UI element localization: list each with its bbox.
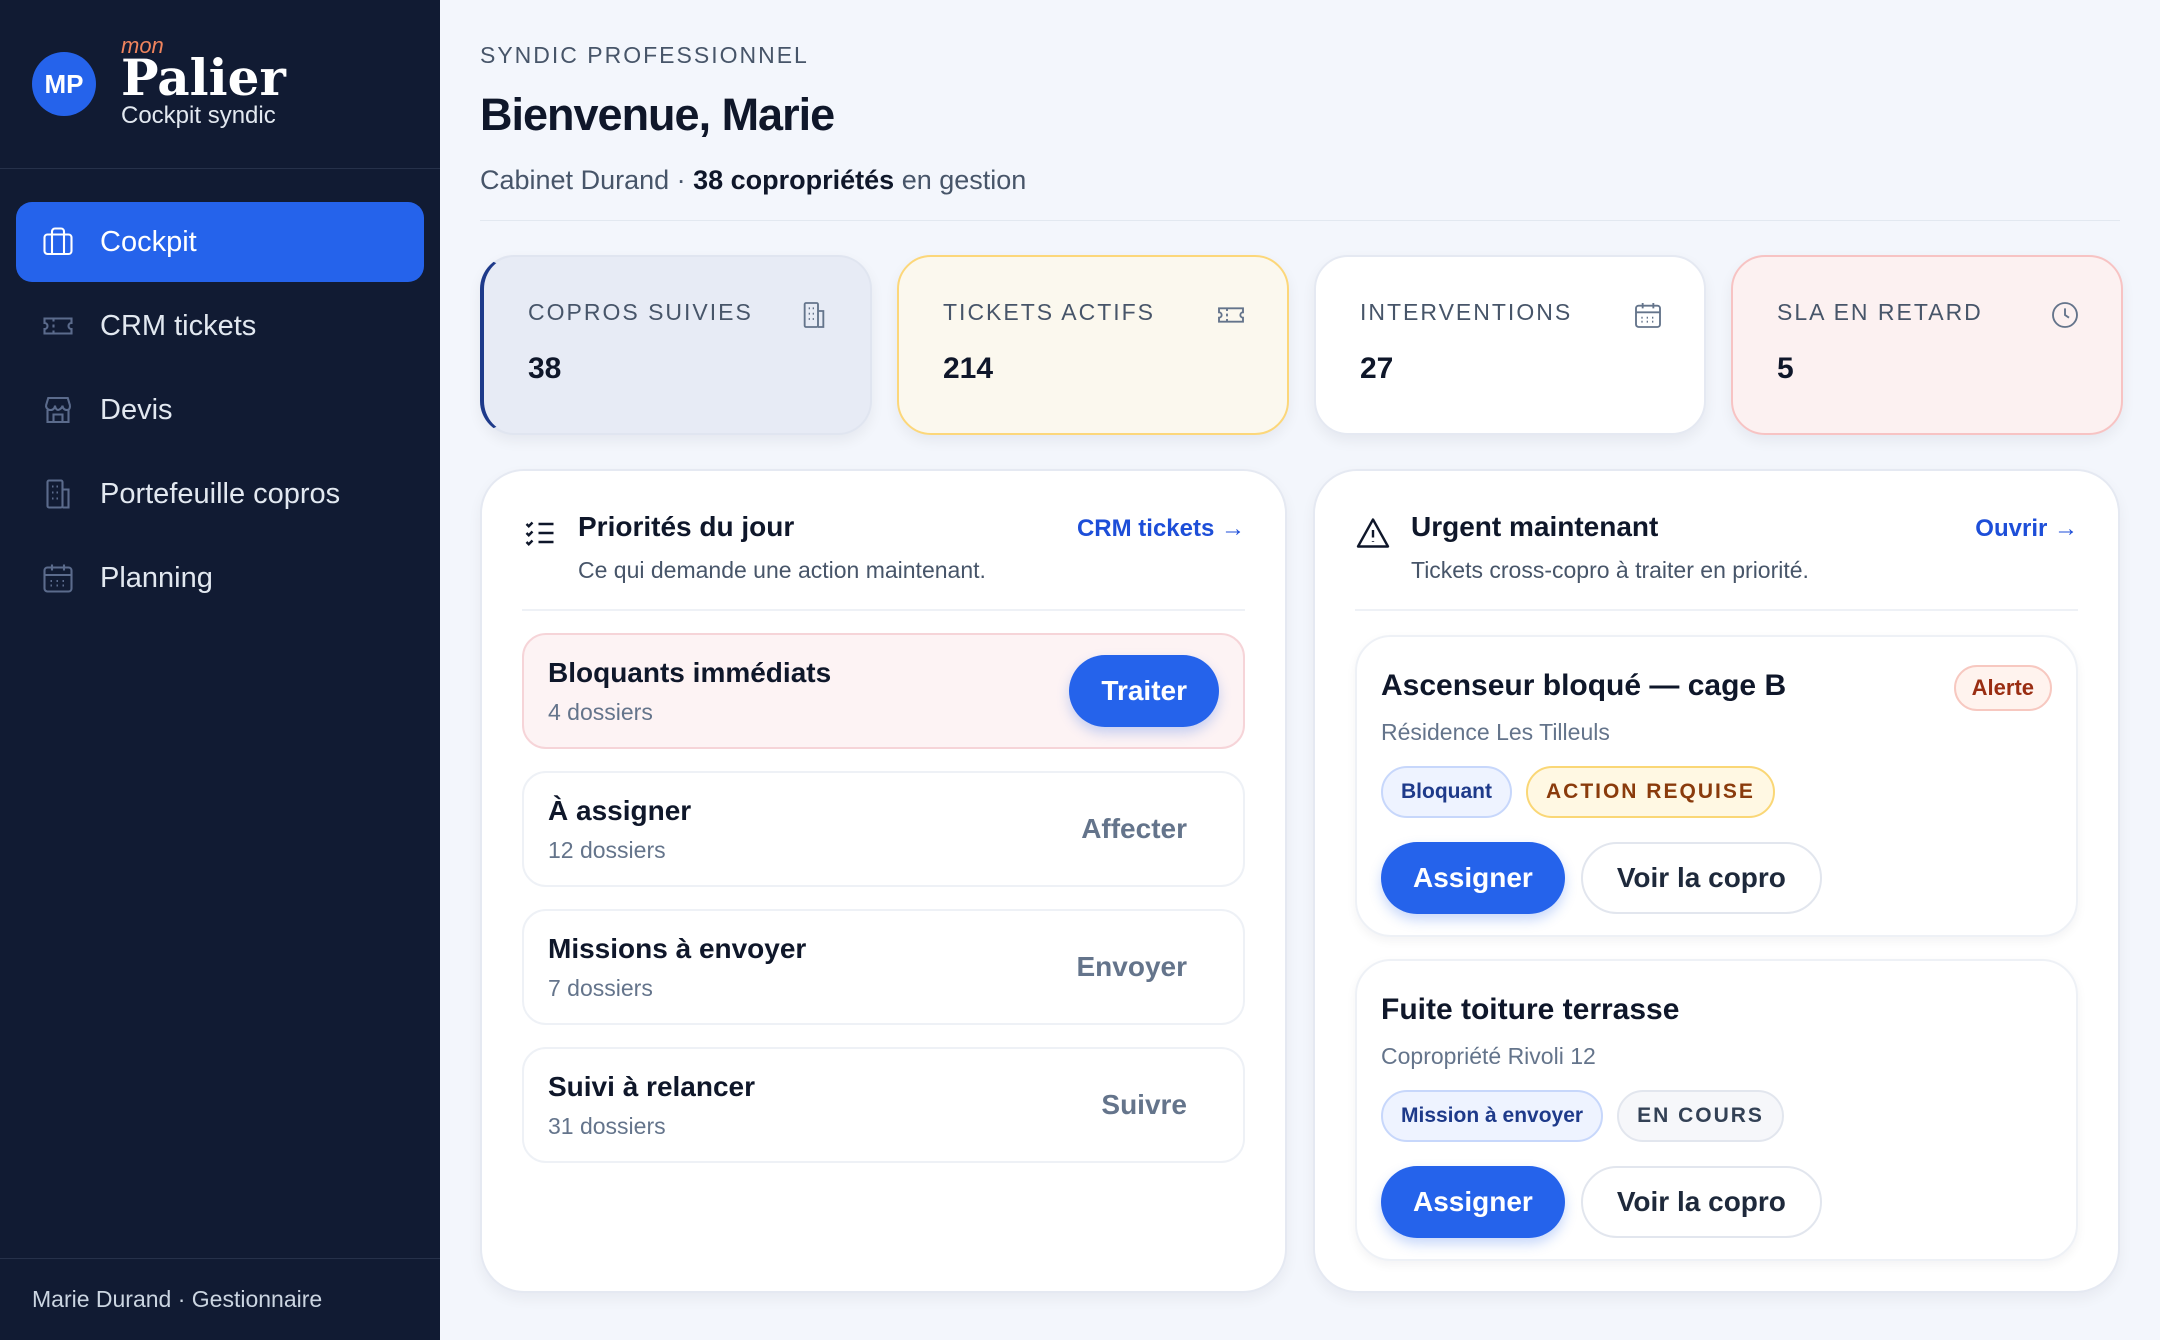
sidebar-item-label: Cockpit — [100, 225, 197, 258]
building-icon — [803, 302, 825, 328]
priority-title: À assigner — [548, 794, 692, 826]
sidebar: MP mon Palier Cockpit syndic Cockpit CRM… — [0, 0, 440, 1340]
status-tag: ACTION REQUISE — [1525, 766, 1775, 818]
sidebar-item-planning[interactable]: Planning — [16, 538, 424, 618]
stat-card-copros[interactable]: COPROS SUIVIES 38 — [480, 255, 872, 435]
suivre-button[interactable]: Suivre — [1101, 1089, 1219, 1121]
stat-value: 214 — [943, 352, 994, 385]
ticket-actions: Assigner Voir la copro — [1381, 842, 2052, 914]
priority-row: À assigner 12 dossiers Affecter — [522, 771, 1245, 887]
status-tag: EN COURS — [1617, 1090, 1784, 1142]
sidebar-item-cockpit[interactable]: Cockpit — [16, 202, 424, 282]
panel-title: Urgent maintenant — [1411, 511, 1659, 542]
traiter-button[interactable]: Traiter — [1069, 655, 1219, 727]
ticket-tags: Mission à envoyer EN COURS — [1381, 1090, 2052, 1142]
sidebar-item-devis[interactable]: Devis — [16, 370, 424, 450]
stat-card-sla[interactable]: SLA EN RETARD 5 — [1731, 255, 2123, 435]
ticket-residence: Résidence Les Tilleuls — [1381, 719, 1610, 745]
panel-subtitle: Ce qui demande une action maintenant. — [578, 557, 986, 583]
status-tag: Mission à envoyer — [1381, 1090, 1604, 1142]
panels-row: Priorités du jour Ce qui demande une act… — [480, 469, 2123, 1293]
stat-label: INTERVENTIONS — [1360, 299, 1573, 325]
calendar-icon — [40, 560, 76, 596]
priority-row: Bloquants immédiats 4 dossiers Traiter — [522, 633, 1245, 749]
brand: MP mon Palier Cockpit syndic — [0, 0, 440, 169]
priority-count: 31 dossiers — [548, 1112, 666, 1139]
ouvrir-link[interactable]: Ouvrir → — [1975, 515, 2078, 543]
panel-subtitle: Tickets cross-copro à traiter en priorit… — [1411, 557, 1809, 583]
briefcase-icon — [40, 224, 76, 260]
alert-badge: Alerte — [1953, 665, 2052, 711]
stat-label: COPROS SUIVIES — [528, 299, 753, 325]
stat-label: TICKETS ACTIFS — [943, 299, 1156, 325]
priority-title: Missions à envoyer — [548, 932, 807, 964]
divider — [480, 220, 2120, 221]
priority-count: 12 dossiers — [548, 836, 666, 863]
store-icon — [40, 392, 76, 428]
priority-count: 7 dossiers — [548, 974, 653, 1001]
stat-value: 5 — [1777, 352, 1794, 385]
sidebar-item-label: CRM tickets — [100, 309, 257, 342]
stat-value: 38 — [528, 352, 562, 385]
brand-name: Palier — [121, 48, 286, 107]
user-footer: Marie Durand · Gestionnaire — [0, 1258, 440, 1340]
stat-card-tickets[interactable]: TICKETS ACTIFS 214 — [897, 255, 1289, 435]
ticket-title: Fuite toiture terrasse — [1381, 993, 1680, 1026]
sidebar-nav: Cockpit CRM tickets Devis Portefeuille c… — [0, 169, 440, 1258]
crm-tickets-link[interactable]: CRM tickets → — [1077, 515, 1245, 543]
ticket-icon — [1218, 307, 1244, 323]
stat-label: SLA EN RETARD — [1777, 299, 1983, 325]
panel-title: Priorités du jour — [578, 511, 795, 542]
page-title: Bienvenue, Marie — [480, 89, 835, 140]
ticket-residence: Copropriété Rivoli 12 — [1381, 1043, 1596, 1069]
priority-row: Missions à envoyer 7 dossiers Envoyer — [522, 909, 1245, 1025]
priority-row: Suivi à relancer 31 dossiers Suivre — [522, 1047, 1245, 1163]
checklist-icon — [525, 521, 554, 546]
brand-prefix: mon — [121, 33, 164, 58]
brand-text: mon Palier Cockpit syndic — [121, 33, 286, 129]
ticket-tags: Bloquant ACTION REQUISE — [1381, 766, 2052, 818]
ticket-actions: Assigner Voir la copro — [1381, 1166, 2052, 1238]
building-icon — [40, 476, 76, 512]
page-eyebrow: SYNDIC PROFESSIONNEL — [480, 42, 809, 68]
clock-icon — [2052, 302, 2078, 328]
subtitle-prefix: Cabinet Durand · — [480, 165, 694, 195]
page-subtitle: Cabinet Durand · 38 copropriétés en gest… — [480, 165, 2123, 196]
voir-copro-button[interactable]: Voir la copro — [1580, 1166, 1822, 1238]
priorities-panel: Priorités du jour Ce qui demande une act… — [480, 469, 1287, 1293]
main-content: SYNDIC PROFESSIONNEL Bienvenue, Marie Ca… — [440, 0, 2160, 1340]
priority-count: 4 dossiers — [548, 698, 653, 725]
subtitle-suffix: en gestion — [894, 165, 1027, 195]
sidebar-item-label: Portefeuille copros — [100, 477, 341, 510]
priority-title: Suivi à relancer — [548, 1070, 756, 1102]
brand-avatar: MP — [32, 52, 96, 116]
ticket-card[interactable]: Fuite toiture terrasse Copropriété Rivol… — [1355, 959, 2078, 1261]
urgent-panel: Urgent maintenant Tickets cross-copro à … — [1313, 469, 2120, 1293]
stat-card-interventions[interactable]: INTERVENTIONS 27 — [1314, 255, 1706, 435]
brand-tagline: Cockpit syndic — [121, 102, 276, 129]
voir-copro-button[interactable]: Voir la copro — [1580, 842, 1822, 914]
status-tag: Bloquant — [1381, 766, 1512, 818]
stat-value: 27 — [1360, 352, 1394, 385]
assigner-button[interactable]: Assigner — [1381, 842, 1565, 914]
ticket-icon — [40, 308, 76, 344]
panel-header: Urgent maintenant Tickets cross-copro à … — [1355, 511, 2078, 611]
subtitle-count: 38 copropriétés — [693, 165, 895, 195]
stats-row: COPROS SUIVIES 38 TICKETS ACTIFS 214 INT… — [480, 255, 2123, 435]
assigner-button[interactable]: Assigner — [1381, 1166, 1565, 1238]
ticket-title: Ascenseur bloqué — cage B — [1381, 669, 1787, 702]
sidebar-item-label: Planning — [100, 561, 213, 594]
affecter-button[interactable]: Affecter — [1081, 813, 1219, 845]
sidebar-item-portefeuille-copros[interactable]: Portefeuille copros — [16, 454, 424, 534]
envoyer-button[interactable]: Envoyer — [1077, 951, 1220, 983]
ticket-card[interactable]: Ascenseur bloqué — cage B Résidence Les … — [1355, 635, 2078, 937]
priority-title: Bloquants immédiats — [548, 656, 832, 688]
sidebar-item-label: Devis — [100, 393, 173, 426]
warning-icon — [1356, 518, 1390, 548]
sidebar-item-crm-tickets[interactable]: CRM tickets — [16, 286, 424, 366]
calendar-icon — [1635, 303, 1661, 328]
